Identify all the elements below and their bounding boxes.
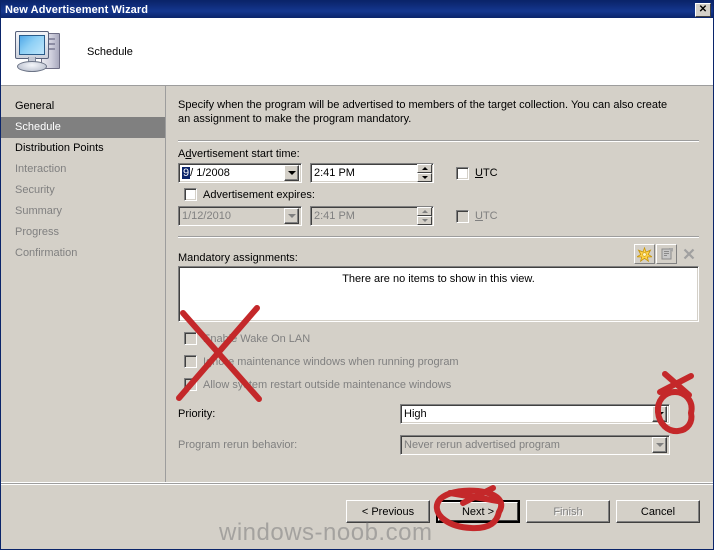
next-button[interactable]: Next > <box>436 500 520 523</box>
expires-checkbox[interactable] <box>184 188 197 201</box>
footer: < Previous Next > Finish Cancel <box>1 482 713 548</box>
mandatory-toolbar <box>634 244 699 264</box>
sidebar-item-schedule[interactable]: Schedule <box>1 117 165 138</box>
expires-date-input: 1/12/2010 <box>178 206 302 226</box>
ignore-maintenance-checkbox <box>184 355 197 368</box>
priority-value: High <box>404 408 427 420</box>
wake-on-lan-row: Enable Wake On LAN <box>178 332 699 345</box>
schedule-panel: Specify when the program will be adverti… <box>166 86 713 482</box>
expires-utc-row: UTC <box>456 209 498 223</box>
ignore-maintenance-row: Ignore maintenance windows when running … <box>178 355 699 368</box>
expires-date-dropdown-icon <box>284 208 299 224</box>
sidebar-item-distribution-points[interactable]: Distribution Points <box>1 138 165 159</box>
start-utc-label: UTC <box>475 167 498 179</box>
mandatory-label: Mandatory assignments: <box>178 252 298 264</box>
properties-icon <box>656 244 677 264</box>
wizard-window: New Advertisement Wizard ✕ Schedule Gene… <box>0 0 714 550</box>
computer-icon <box>13 29 63 75</box>
sidebar-item-security[interactable]: Security <box>1 180 165 201</box>
sidebar-item-summary[interactable]: Summary <box>1 201 165 222</box>
button-bar: < Previous Next > Finish Cancel <box>346 500 700 523</box>
panel-description: Specify when the program will be adverti… <box>178 99 668 125</box>
title-bar: New Advertisement Wizard ✕ <box>1 1 713 18</box>
wizard-header: Schedule <box>1 18 713 86</box>
delete-icon <box>678 244 699 264</box>
divider-top <box>178 140 699 142</box>
new-assignment-icon[interactable] <box>634 244 655 264</box>
rerun-value: Never rerun advertised program <box>404 439 560 451</box>
footer-divider <box>1 483 713 485</box>
start-utc-row[interactable]: UTC <box>456 166 498 180</box>
expires-time-spinner <box>417 207 432 225</box>
ignore-maintenance-label: Ignore maintenance windows when running … <box>203 355 459 368</box>
rerun-row: Program rerun behavior: Never rerun adve… <box>178 435 699 455</box>
start-time-value: 2:41 PM <box>314 167 355 179</box>
rerun-chevron-down-icon <box>652 437 667 453</box>
expires-utc-checkbox <box>456 209 469 223</box>
empty-list-message: There are no items to show in this view. <box>342 273 535 285</box>
expires-label: Advertisement expires: <box>203 188 315 201</box>
priority-label: Priority: <box>178 408 216 420</box>
start-time-label-text: vertisement start time: <box>191 148 300 160</box>
wizard-step-list: General Schedule Distribution Points Int… <box>1 86 166 482</box>
rerun-dropdown: Never rerun advertised program <box>400 435 670 455</box>
start-utc-checkbox[interactable] <box>456 166 469 180</box>
next-button-label: Next > <box>438 502 518 521</box>
mandatory-header: Mandatory assignments: <box>178 244 699 264</box>
mandatory-assignments-list[interactable]: There are no items to show in this view. <box>178 266 699 322</box>
close-icon[interactable]: ✕ <box>695 2 711 17</box>
start-time-label: Advertisement start time: <box>178 148 300 160</box>
start-time-input[interactable]: 2:41 PM <box>310 163 434 183</box>
start-date-rest: / 1/2008 <box>190 167 230 179</box>
expires-time-value: 2:41 PM <box>314 210 355 222</box>
divider-mandatory <box>178 236 699 238</box>
finish-button: Finish <box>526 500 610 523</box>
start-time-row: 9/ 1/2008 2:41 PM UTC <box>178 163 699 183</box>
start-date-selected-segment: 9 <box>182 167 191 179</box>
cancel-button[interactable]: Cancel <box>616 500 700 523</box>
expires-datetime-row: 1/12/2010 2:41 PM UTC <box>178 206 699 226</box>
page-title: Schedule <box>87 45 133 58</box>
wake-on-lan-label: Enable Wake On LAN <box>203 332 311 345</box>
wake-on-lan-checkbox <box>184 332 197 345</box>
window-title: New Advertisement Wizard <box>5 3 149 16</box>
sidebar-item-confirmation[interactable]: Confirmation <box>1 243 165 264</box>
sidebar-item-progress[interactable]: Progress <box>1 222 165 243</box>
allow-restart-checkbox <box>184 378 197 391</box>
body: General Schedule Distribution Points Int… <box>1 86 713 482</box>
rerun-label: Program rerun behavior: <box>178 439 298 451</box>
start-time-spinner[interactable] <box>417 164 432 182</box>
expires-date-value: 1/12/2010 <box>182 210 231 222</box>
previous-button[interactable]: < Previous <box>346 500 430 523</box>
expires-time-input: 2:41 PM <box>310 206 434 226</box>
start-date-dropdown-icon[interactable] <box>284 165 299 181</box>
start-date-input[interactable]: 9/ 1/2008 <box>178 163 302 183</box>
priority-dropdown[interactable]: High <box>400 404 670 424</box>
expires-checkbox-row[interactable]: Advertisement expires: <box>178 188 699 201</box>
sidebar-item-general[interactable]: General <box>1 96 165 117</box>
expires-utc-label: UTC <box>475 210 498 222</box>
allow-restart-label: Allow system restart outside maintenance… <box>203 378 452 391</box>
priority-row: Priority: High <box>178 404 699 424</box>
allow-restart-row: Allow system restart outside maintenance… <box>178 378 699 391</box>
sidebar-item-interaction[interactable]: Interaction <box>1 159 165 180</box>
priority-chevron-down-icon[interactable] <box>652 406 667 422</box>
